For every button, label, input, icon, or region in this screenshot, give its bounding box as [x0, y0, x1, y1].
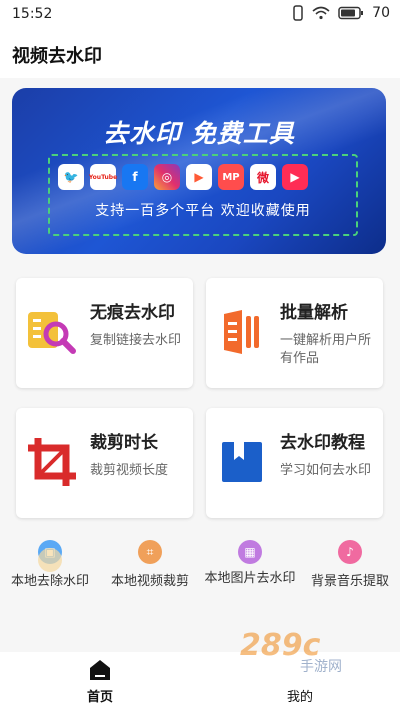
image-remove-icon: ▦ — [238, 540, 262, 564]
faded-tool-icon — [38, 548, 62, 572]
nav-mine-label: 我的 — [286, 690, 313, 705]
card-description: 一键解析用户所有作品 — [280, 333, 372, 366]
nav-home[interactable]: 首页 — [0, 652, 200, 712]
music-icon: ♪ — [338, 540, 362, 564]
card-title: 批量解析 — [280, 303, 348, 323]
battery-icon — [338, 6, 364, 20]
tool-label: 本地视频裁剪 — [110, 574, 189, 589]
tutorial-icon — [222, 442, 262, 482]
card-remove-watermark[interactable]: 无痕去水印 复制链接去水印 — [16, 278, 193, 388]
banner-title: 去水印 免费工具 — [103, 119, 295, 148]
card-title: 无痕去水印 — [90, 303, 175, 323]
home-icon — [90, 660, 110, 680]
card-description: 裁剪视频长度 — [90, 463, 169, 478]
crop-icon — [28, 438, 76, 486]
card-batch-parse[interactable]: 批量解析 一键解析用户所有作品 — [206, 278, 383, 388]
play-circle-logo: ▶ — [282, 164, 308, 190]
card-description: 学习如何去水印 — [280, 463, 372, 478]
platform-logo-box: 🐦 YouTube f ◎ ▶ MP 微 ▶ 支持一百多个平台 欢迎收藏使用 — [48, 154, 358, 236]
card-description: 复制链接去水印 — [90, 333, 182, 348]
vibrate-icon — [293, 5, 303, 21]
magnifier-icon — [28, 312, 76, 354]
tool-label: 本地图片去水印 — [204, 571, 296, 586]
video-crop-icon: ⌗ — [138, 540, 162, 564]
facebook-logo: f — [122, 164, 148, 190]
promo-banner[interactable]: 去水印 免费工具 🐦 YouTube f ◎ ▶ MP 微 ▶ 支持一百多个平台… — [12, 88, 386, 254]
parse-icon — [224, 310, 259, 354]
banner-subtitle: 支持一百多个平台 欢迎收藏使用 — [95, 203, 311, 219]
platform-logo-row: 🐦 YouTube f ◎ ▶ MP 微 ▶ — [58, 164, 308, 190]
twitter-logo: 🐦 — [58, 164, 84, 190]
card-trim-duration[interactable]: 裁剪时长 裁剪视频长度 — [16, 408, 193, 518]
instagram-logo: ◎ — [154, 164, 180, 190]
tool-label: 背景音乐提取 — [310, 574, 389, 589]
youtube-logo: YouTube — [89, 164, 117, 190]
card-title: 去水印教程 — [280, 433, 365, 453]
tool-video-crop[interactable]: ⌗ 本地视频裁剪 — [100, 534, 200, 594]
video-play-logo: ▶ — [186, 164, 212, 190]
battery-level: 70 — [372, 5, 390, 21]
nav-home-label: 首页 — [86, 690, 113, 705]
site-watermark-tagline: 手游网 — [300, 659, 342, 675]
status-time: 15:52 — [12, 6, 53, 22]
weibo-logo: 微 — [250, 164, 276, 190]
card-title: 裁剪时长 — [90, 433, 158, 453]
page-title: 视频去水印 — [12, 46, 102, 67]
tool-music-extract[interactable]: ♪ 背景音乐提取 — [300, 534, 400, 594]
wifi-icon — [312, 6, 330, 20]
card-tutorial[interactable]: 去水印教程 学习如何去水印 — [206, 408, 383, 518]
app-bar: 视频去水印 — [0, 30, 400, 78]
status-icons: 70 — [292, 5, 390, 21]
status-bar: 15:52 70 — [0, 0, 400, 30]
mp-logo: MP — [218, 164, 244, 190]
tool-label: 本地去除水印 — [10, 574, 89, 589]
tool-image-remove[interactable]: ▦ 本地图片去水印 — [200, 534, 300, 594]
